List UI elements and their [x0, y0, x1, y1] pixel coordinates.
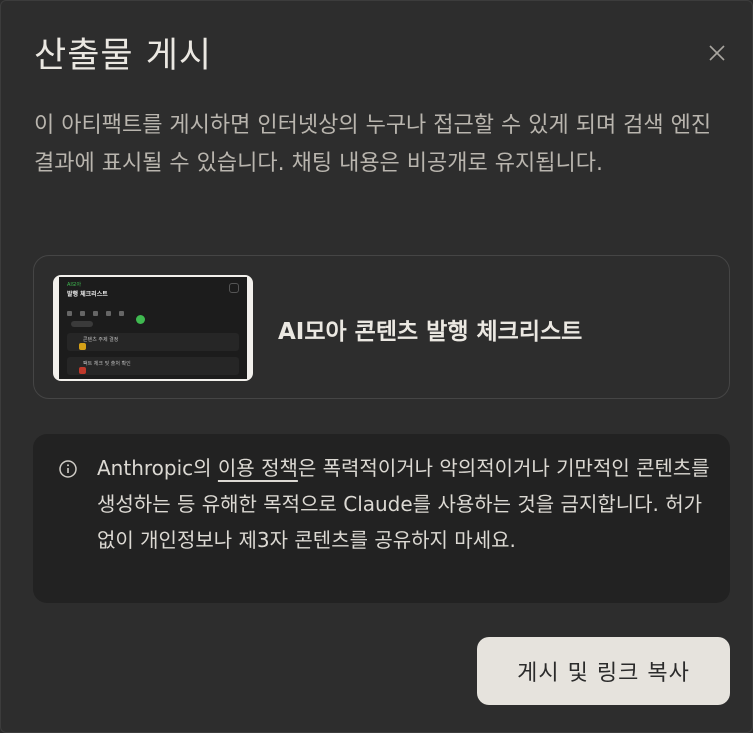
close-icon — [709, 45, 725, 61]
publish-dialog: 산출물 게시 이 아티팩트를 게시하면 인터넷상의 누구나 접근할 수 있게 되… — [0, 0, 753, 733]
thumb-row-1: 콘텐츠 주제 결정 — [83, 337, 119, 343]
thumb-tag: AI모아 — [67, 282, 82, 288]
info-icon — [59, 460, 77, 478]
dialog-description: 이 아티팩트를 게시하면 인터넷상의 누구나 접근할 수 있게 되며 검색 엔진… — [34, 113, 712, 176]
dialog-title: 산출물 게시 — [34, 36, 213, 76]
artifact-title: AI모아 콘텐츠 발행 체크리스트 — [278, 319, 583, 345]
notice-prefix: Anthropic의 — [97, 456, 218, 480]
thumb-row-2: 팩트 체크 및 출처 확인 — [83, 361, 131, 367]
usage-policy-link[interactable]: 이용 정책 — [218, 456, 298, 480]
publish-and-copy-link-button[interactable]: 게시 및 링크 복사 — [477, 637, 730, 705]
thumb-heading: 발행 체크리스트 — [67, 291, 108, 298]
close-button[interactable] — [703, 39, 731, 67]
policy-notice-text: Anthropic의 이용 정책은 폭력적이거나 악의적이거나 기만적인 콘텐츠… — [97, 450, 717, 558]
artifact-card: AI모아 발행 체크리스트 콘텐츠 주제 결정 팩트 체크 및 출처 확인 AI… — [33, 255, 730, 399]
policy-notice: Anthropic의 이용 정책은 폭력적이거나 악의적이거나 기만적인 콘텐츠… — [33, 434, 730, 603]
artifact-thumbnail: AI모아 발행 체크리스트 콘텐츠 주제 결정 팩트 체크 및 출처 확인 — [53, 275, 253, 381]
